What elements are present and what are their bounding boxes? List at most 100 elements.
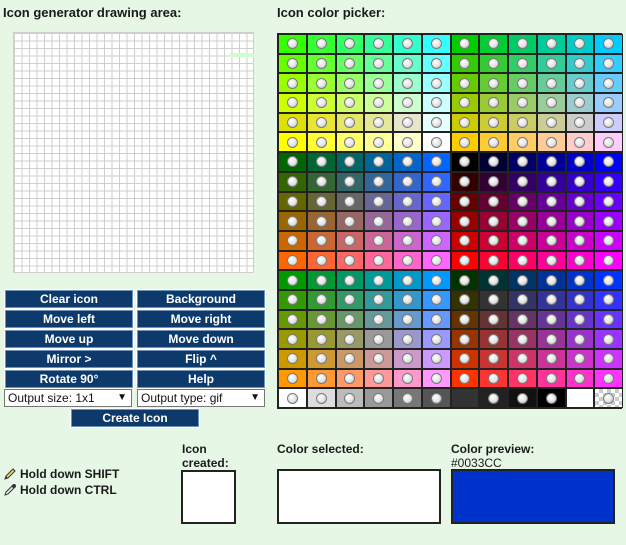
color-swatch[interactable] bbox=[278, 34, 307, 54]
color-swatch[interactable] bbox=[306, 112, 336, 133]
color-swatch[interactable] bbox=[278, 250, 307, 271]
color-swatch[interactable] bbox=[306, 191, 336, 212]
color-swatch[interactable] bbox=[479, 132, 508, 153]
color-swatch[interactable] bbox=[421, 152, 451, 172]
color-swatch[interactable] bbox=[278, 368, 307, 389]
color-swatch[interactable] bbox=[335, 152, 365, 172]
color-swatch[interactable] bbox=[335, 329, 365, 349]
color-swatch[interactable] bbox=[450, 152, 480, 172]
color-swatch[interactable] bbox=[565, 289, 595, 310]
output-type-select[interactable]: Output type: gif ▼ bbox=[137, 389, 265, 407]
clear-icon-button[interactable]: Clear icon bbox=[5, 290, 133, 308]
color-swatch[interactable] bbox=[364, 230, 393, 251]
color-swatch[interactable] bbox=[335, 309, 365, 330]
color-swatch[interactable] bbox=[278, 329, 307, 349]
color-swatch[interactable] bbox=[335, 191, 365, 212]
color-swatch[interactable] bbox=[565, 132, 595, 153]
color-swatch[interactable] bbox=[479, 368, 508, 389]
color-swatch[interactable] bbox=[450, 73, 480, 94]
color-swatch[interactable] bbox=[335, 73, 365, 94]
color-swatch[interactable] bbox=[536, 329, 566, 349]
color-swatch[interactable] bbox=[508, 270, 537, 290]
color-swatch[interactable] bbox=[421, 211, 451, 231]
color-swatch[interactable] bbox=[335, 171, 365, 192]
color-swatch[interactable] bbox=[536, 53, 566, 74]
color-swatch[interactable] bbox=[594, 349, 623, 369]
color-swatch[interactable] bbox=[508, 329, 537, 349]
color-swatch[interactable] bbox=[278, 230, 307, 251]
color-swatch[interactable] bbox=[479, 250, 508, 271]
color-swatch[interactable] bbox=[306, 171, 336, 192]
color-swatch[interactable] bbox=[364, 250, 393, 271]
color-swatch[interactable] bbox=[594, 329, 623, 349]
color-swatch[interactable] bbox=[594, 388, 623, 409]
move-up-button[interactable]: Move up bbox=[5, 330, 133, 348]
color-swatch[interactable] bbox=[594, 152, 623, 172]
color-swatch[interactable] bbox=[421, 270, 451, 290]
color-swatch[interactable] bbox=[508, 112, 537, 133]
color-swatch[interactable] bbox=[536, 211, 566, 231]
color-swatch[interactable] bbox=[335, 34, 365, 54]
color-swatch[interactable] bbox=[594, 270, 623, 290]
color-swatch[interactable] bbox=[393, 171, 422, 192]
move-left-button[interactable]: Move left bbox=[5, 310, 133, 328]
help-button[interactable]: Help bbox=[137, 370, 265, 388]
color-swatch[interactable] bbox=[450, 53, 480, 74]
color-swatch[interactable] bbox=[479, 309, 508, 330]
color-swatch[interactable] bbox=[421, 289, 451, 310]
color-swatch[interactable] bbox=[393, 34, 422, 54]
color-swatch[interactable] bbox=[393, 368, 422, 389]
color-swatch[interactable] bbox=[393, 250, 422, 271]
color-swatch[interactable] bbox=[335, 53, 365, 74]
color-swatch[interactable] bbox=[393, 53, 422, 74]
color-swatch[interactable] bbox=[335, 230, 365, 251]
color-swatch[interactable] bbox=[278, 388, 307, 409]
color-swatch[interactable] bbox=[335, 211, 365, 231]
color-swatch[interactable] bbox=[306, 250, 336, 271]
color-swatch[interactable] bbox=[306, 34, 336, 54]
color-swatch[interactable] bbox=[450, 289, 480, 310]
color-swatch[interactable] bbox=[335, 388, 365, 409]
color-swatch[interactable] bbox=[508, 230, 537, 251]
color-swatch[interactable] bbox=[393, 230, 422, 251]
color-swatch[interactable] bbox=[508, 250, 537, 271]
color-swatch[interactable] bbox=[536, 289, 566, 310]
rotate-button[interactable]: Rotate 90° bbox=[5, 370, 133, 388]
color-swatch[interactable] bbox=[479, 388, 508, 409]
color-swatch[interactable] bbox=[594, 309, 623, 330]
color-swatch[interactable] bbox=[479, 93, 508, 113]
color-swatch[interactable] bbox=[536, 349, 566, 369]
color-swatch[interactable] bbox=[393, 211, 422, 231]
color-swatch[interactable] bbox=[565, 93, 595, 113]
color-swatch[interactable] bbox=[536, 93, 566, 113]
color-swatch[interactable] bbox=[278, 270, 307, 290]
color-swatch[interactable] bbox=[364, 191, 393, 212]
color-swatch[interactable] bbox=[594, 250, 623, 271]
color-swatch[interactable] bbox=[335, 349, 365, 369]
color-swatch[interactable] bbox=[421, 250, 451, 271]
color-swatch[interactable] bbox=[421, 171, 451, 192]
color-swatch[interactable] bbox=[508, 132, 537, 153]
color-swatch[interactable] bbox=[393, 270, 422, 290]
color-swatch[interactable] bbox=[364, 132, 393, 153]
color-swatch[interactable] bbox=[594, 368, 623, 389]
color-swatch[interactable] bbox=[450, 270, 480, 290]
color-swatch[interactable] bbox=[306, 211, 336, 231]
color-swatch[interactable] bbox=[450, 230, 480, 251]
color-swatch[interactable] bbox=[450, 349, 480, 369]
color-swatch[interactable] bbox=[594, 73, 623, 94]
color-swatch[interactable] bbox=[508, 211, 537, 231]
color-swatch[interactable] bbox=[306, 93, 336, 113]
color-swatch[interactable] bbox=[364, 309, 393, 330]
color-swatch[interactable] bbox=[393, 289, 422, 310]
color-swatch[interactable] bbox=[594, 112, 623, 133]
color-swatch[interactable] bbox=[565, 171, 595, 192]
color-swatch[interactable] bbox=[565, 191, 595, 212]
color-swatch[interactable] bbox=[479, 112, 508, 133]
color-swatch[interactable] bbox=[335, 250, 365, 271]
color-swatch[interactable] bbox=[479, 211, 508, 231]
color-swatch[interactable] bbox=[450, 329, 480, 349]
color-swatch[interactable] bbox=[565, 309, 595, 330]
color-swatch[interactable] bbox=[278, 211, 307, 231]
color-swatch[interactable] bbox=[306, 388, 336, 409]
